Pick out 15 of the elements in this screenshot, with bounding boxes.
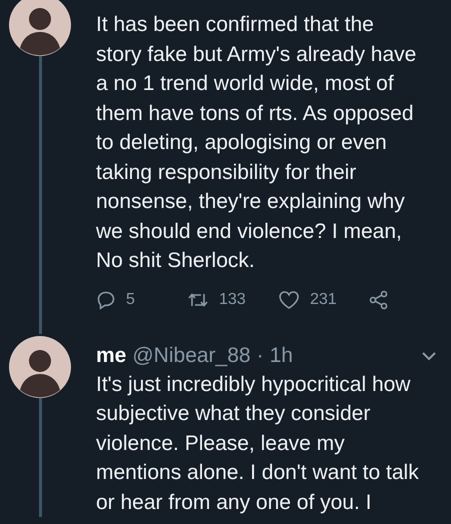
reply-icon[interactable] [96, 290, 116, 310]
reply-count: 5 [126, 290, 135, 310]
avatar[interactable] [9, 0, 71, 56]
retweet-count: 133 [219, 290, 246, 310]
chevron-down-icon[interactable] [421, 350, 437, 360]
avatar[interactable] [9, 336, 71, 398]
tweet-text: It's just incredibly hypocritical how subjective what they consider violence. Please, leave my mentions alone. I don't want to talk or hear from any one of you. I [96, 372, 420, 516]
timestamp[interactable]: 1h [270, 342, 293, 370]
share-icon[interactable] [369, 290, 389, 310]
tweet-text: It has been confirmed that the story fake but Army's already have a no 1 trend world wide, most of them have tons of rts. As opposed to deleting, apologising or even taking responsibility for their nonsense, they're explaining why we should end violence? I mean, No shit Sherlock. [96, 12, 418, 274]
like-count: 231 [310, 290, 337, 310]
display-name[interactable]: me [96, 342, 126, 370]
username[interactable]: @Nibear_88 [132, 342, 251, 370]
separator-dot: · [256, 342, 264, 368]
heart-icon[interactable] [278, 290, 300, 310]
